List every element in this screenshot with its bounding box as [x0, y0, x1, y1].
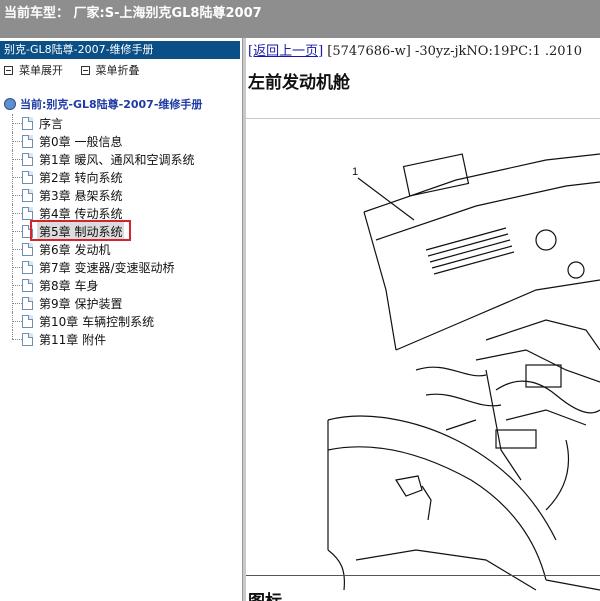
tree-item-label: 第8章 车身 — [39, 278, 99, 293]
document-icon — [22, 296, 33, 310]
tree-item-label: 第0章 一般信息 — [39, 134, 123, 149]
page-title: 左前发动机舱 — [248, 73, 350, 93]
tree-item-chapter-10[interactable]: 第10章 车辆控制系统 — [12, 312, 196, 330]
tree-item-label: 第10章 车辆控制系统 — [39, 314, 155, 329]
tree-root[interactable]: 当前:别克-GL8陆尊-2007-维修手册 — [4, 96, 202, 112]
collapse-icon — [80, 65, 90, 75]
collapse-menu-button[interactable]: 菜单折叠 — [80, 62, 140, 78]
legend-heading: 图标 — [248, 587, 282, 601]
document-icon — [22, 188, 33, 202]
manual-header: 别克-GL8陆尊-2007-维修手册 — [0, 41, 240, 59]
divider — [246, 575, 600, 576]
doc-header: [返回上一页] [5747686-w] -30yz-jkNO:19PC:1 .2… — [248, 40, 582, 59]
tree-item-label: 第7章 变速器/变速驱动桥 — [39, 260, 175, 275]
tree-item-label: 第6章 发动机 — [39, 242, 111, 257]
tree-item-label: 第11章 附件 — [39, 332, 107, 347]
engine-bay-figure: 1 — [246, 120, 600, 601]
document-icon — [22, 332, 33, 346]
top-bar: 当前车型： 厂家:S-上海别克GL8陆尊2007 — [0, 0, 600, 38]
tree-item-chapter-8[interactable]: 第8章 车身 — [12, 276, 196, 294]
tree-item-label: 第3章 悬架系统 — [39, 188, 123, 203]
tree-item-chapter-1[interactable]: 第1章 暖风、通风和空调系统 — [12, 150, 196, 168]
tree-item-chapter-7[interactable]: 第7章 变速器/变速驱动桥 — [12, 258, 196, 276]
tree-item-chapter-0[interactable]: 第0章 一般信息 — [12, 132, 196, 150]
expand-menu-label: 菜单展开 — [19, 64, 63, 77]
divider — [246, 118, 600, 119]
callout-number: 1 — [352, 166, 358, 178]
menu-operations: 菜单展开 菜单折叠 — [4, 62, 154, 78]
tree-item-label: 第9章 保护装置 — [39, 296, 123, 311]
tree-item-chapter-2[interactable]: 第2章 转向系统 — [12, 168, 196, 186]
tree-item-label: 第2章 转向系统 — [39, 170, 123, 185]
document-icon — [22, 314, 33, 328]
tree-item-chapter-3[interactable]: 第3章 悬架系统 — [12, 186, 196, 204]
tree-item-chapter-9[interactable]: 第9章 保护装置 — [12, 294, 196, 312]
tree-item-chapter-11[interactable]: 第11章 附件 — [12, 330, 196, 348]
document-icon — [22, 152, 33, 166]
document-icon — [22, 260, 33, 274]
tree-item-preface[interactable]: 序言 — [12, 114, 196, 132]
document-icon — [22, 116, 33, 130]
document-icon — [22, 206, 33, 220]
selection-highlight — [30, 220, 131, 241]
tree-item-label: 第1章 暖风、通风和空调系统 — [39, 152, 195, 167]
back-link[interactable]: [返回上一页] — [248, 44, 323, 59]
document-icon — [22, 278, 33, 292]
current-model-label: 当前车型： 厂家:S-上海别克GL8陆尊2007 — [4, 6, 262, 21]
tree-root-label: 当前:别克-GL8陆尊-2007-维修手册 — [20, 98, 203, 111]
expand-menu-button[interactable]: 菜单展开 — [4, 62, 63, 78]
document-icon — [22, 134, 33, 148]
collapse-menu-label: 菜单折叠 — [95, 64, 140, 77]
engine-bay-illustration: 1 — [327, 153, 600, 591]
tree-item-label: 序言 — [39, 116, 64, 131]
tree-item-chapter-6[interactable]: 第6章 发动机 — [12, 240, 196, 258]
globe-icon — [4, 98, 16, 110]
content-pane: [返回上一页] [5747686-w] -30yz-jkNO:19PC:1 .2… — [246, 38, 600, 601]
document-icon — [22, 242, 33, 256]
doc-code: [5747686-w] -30yz-jkNO:19PC:1 .2010 — [327, 44, 583, 59]
document-icon — [22, 170, 33, 184]
expand-icon — [4, 65, 13, 75]
